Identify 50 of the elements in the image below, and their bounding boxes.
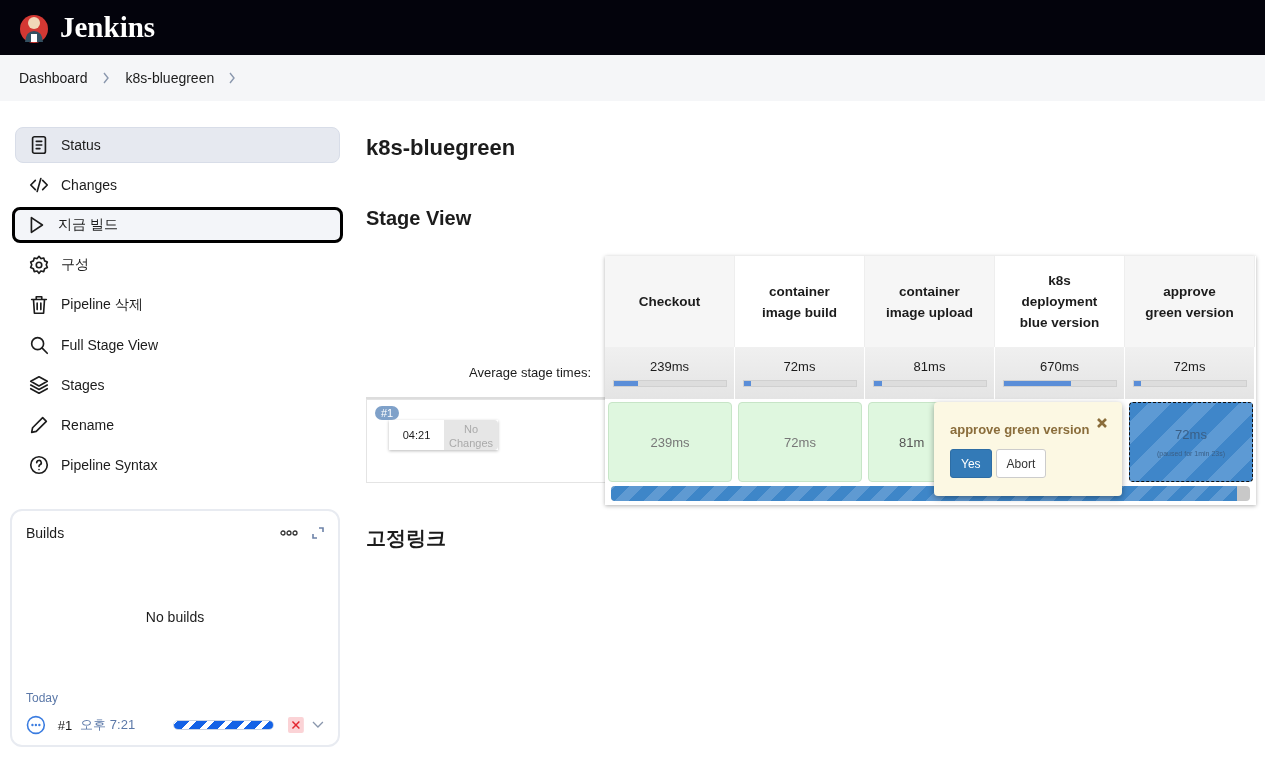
build-link[interactable]: #1 (57, 717, 73, 733)
stage-header: approve green version (1144, 282, 1235, 322)
sidebar-item[interactable]: Pipeline 삭제 (15, 287, 340, 323)
sidebar-item[interactable]: 지금 빌드 (12, 207, 343, 243)
pencil-icon (28, 414, 50, 436)
chevron-icon[interactable] (101, 72, 110, 84)
average-time: 239ms (650, 359, 689, 374)
build-time: 오후 7:21 (80, 716, 137, 734)
stage-cell[interactable]: 239ms (608, 402, 732, 482)
average-time: 72ms (783, 359, 816, 374)
breadcrumb-link[interactable]: Dashboard (19, 70, 88, 86)
run-time: 04:21 (389, 420, 444, 450)
section-title: 고정링크 (366, 526, 447, 551)
yes-button[interactable]: Yes (950, 449, 992, 478)
sidebar-item[interactable]: 구성 (15, 247, 340, 283)
stage-header: k8s deployment blue version (1018, 272, 1101, 332)
abort-button[interactable]: Abort (995, 449, 1047, 478)
chevron-icon[interactable] (228, 72, 237, 84)
brand-name[interactable]: Jenkins (60, 11, 156, 44)
chevron-down-icon[interactable] (312, 721, 324, 729)
close-icon[interactable] (1096, 417, 1108, 429)
page-title: k8s-bluegreen (366, 135, 517, 161)
stage-header: container image upload (885, 282, 974, 322)
sidebar-item[interactable]: Full Stage View (15, 327, 340, 363)
settings-icon (28, 254, 50, 276)
stage-cell[interactable]: 72ms (738, 402, 862, 482)
breadcrumb-link[interactable]: k8s-bluegreen (125, 70, 215, 86)
average-time: 670ms (1040, 359, 1079, 374)
sidebar-item[interactable]: Stages (15, 367, 340, 403)
stage-header: container image build (761, 282, 838, 322)
sidebar-item[interactable]: Rename (15, 407, 340, 443)
more-icon[interactable] (280, 530, 298, 536)
in-progress-icon (26, 715, 46, 735)
average-time: 72ms (1173, 359, 1206, 374)
stage-header: Checkout (638, 293, 701, 311)
panel-title: Builds (26, 525, 66, 541)
sidebar-item[interactable]: Pipeline Syntax (15, 447, 340, 483)
sidebar-item[interactable]: Changes (15, 167, 340, 203)
expand-icon[interactable] (312, 527, 324, 539)
search-icon (28, 334, 50, 356)
help-icon (28, 454, 50, 476)
row-label: Average stage times: (469, 364, 591, 380)
group-label: Today (26, 691, 60, 705)
trash-icon (28, 294, 50, 316)
section-title: Stage View (366, 207, 473, 230)
sidebar-item[interactable]: Status (15, 127, 340, 163)
empty-message: No builds (145, 609, 205, 625)
cancel-icon[interactable] (288, 717, 305, 733)
layers-icon (28, 374, 50, 396)
average-time: 81ms (913, 359, 946, 374)
